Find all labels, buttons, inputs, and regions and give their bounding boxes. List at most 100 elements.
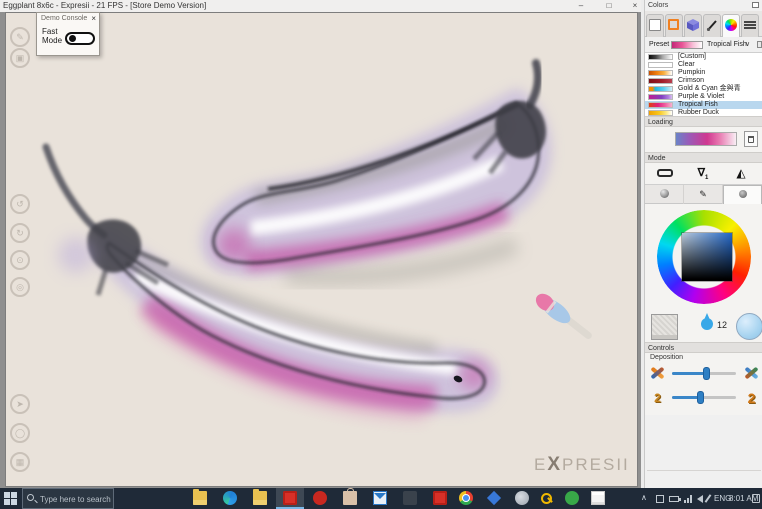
tab-paper[interactable] — [646, 14, 664, 37]
preset-item-custom[interactable]: [Custom] — [645, 53, 762, 61]
taskbar-app-photos[interactable] — [480, 488, 508, 509]
palette-icon: ▣ — [16, 53, 25, 63]
tab-menu[interactable] — [741, 14, 759, 37]
tab-mixer[interactable] — [684, 14, 702, 37]
taskbar-app-green[interactable] — [558, 488, 586, 509]
preset-extra-icon[interactable] — [757, 41, 762, 48]
saturation-value-square[interactable] — [682, 233, 732, 281]
mode-tab-dot[interactable] — [723, 185, 762, 204]
deposition-slider-2[interactable] — [672, 396, 736, 399]
network-icon[interactable] — [684, 495, 694, 503]
preset-item-crimson[interactable]: Crimson — [645, 77, 762, 85]
notification-center-icon[interactable] — [752, 494, 760, 503]
mode-mirror-button[interactable]: ◭ — [723, 165, 759, 182]
mail-icon — [373, 491, 387, 505]
mode-buttons: ∇1 ◭ — [645, 163, 762, 184]
preset-selected-swatch[interactable] — [671, 41, 703, 49]
red-app-icon-2 — [433, 491, 447, 505]
mode-flat-button[interactable] — [647, 165, 683, 182]
chevron-down-icon[interactable]: ∨ — [745, 40, 750, 48]
taskbar-app-key[interactable] — [532, 488, 560, 509]
tab-brush[interactable] — [703, 14, 721, 37]
taskbar-search[interactable]: Type here to search — [22, 488, 114, 509]
mirror-icon: ◭ — [736, 166, 745, 180]
window-titlebar: Eggplant 8x6c - Expresii - 21 FPS - [Sto… — [0, 0, 641, 12]
left-tool-button-2[interactable]: ▣ — [10, 48, 30, 68]
left-tool-button-4[interactable]: ↻ — [10, 223, 30, 243]
sphere-icon — [660, 189, 669, 198]
preset-swatch — [648, 78, 673, 84]
taskbar-app-notes[interactable] — [584, 488, 612, 509]
taskbar-app-dark[interactable] — [396, 488, 424, 509]
mode-tab-sphere[interactable] — [645, 185, 684, 204]
brush-cursor — [532, 290, 595, 344]
eggplant-painting — [6, 13, 637, 486]
tab-crop[interactable] — [665, 14, 683, 37]
taskbar-app-edge[interactable] — [216, 488, 244, 509]
taskbar-app-file-explorer[interactable] — [186, 488, 214, 509]
left-tool-button-9[interactable]: ▦ — [10, 452, 30, 472]
color-wheel-zone — [645, 204, 762, 312]
demo-console-panel: Demo Console × FastMode — [36, 12, 100, 56]
left-tool-button-7[interactable]: ➤ — [10, 394, 30, 414]
preset-item-purple-violet[interactable]: Purple & Violet — [645, 93, 762, 101]
preset-item-gold-cyan[interactable]: Gold & Cyan 金與青 — [645, 85, 762, 93]
left-tool-button-5[interactable]: ⊙ — [10, 250, 30, 270]
taskbar-app-active[interactable] — [276, 488, 304, 509]
undo-icon: ↺ — [16, 199, 24, 209]
taskbar-app-chrome[interactable] — [452, 488, 480, 509]
loading-gradient-bar[interactable] — [675, 132, 737, 146]
redo-icon: ↻ — [16, 228, 24, 238]
preset-row: Preset Tropical Fish ∨ — [645, 38, 762, 52]
chrome-icon — [459, 491, 473, 505]
taskbar-app-red[interactable] — [306, 488, 334, 509]
taskbar-app-folder[interactable] — [246, 488, 274, 509]
preset-item-pumpkin[interactable]: Pumpkin — [645, 69, 762, 77]
panel-float-icon[interactable] — [752, 2, 759, 8]
delete-loading-button[interactable] — [744, 131, 758, 147]
current-color-swatch[interactable] — [736, 313, 762, 340]
tray-chevron-up-icon[interactable]: ∧ — [641, 493, 647, 502]
pen-icon[interactable] — [705, 494, 712, 503]
mode-gradient-button[interactable]: ∇1 — [685, 165, 721, 182]
mode-tab-pen[interactable]: ✎ — [684, 185, 723, 204]
start-button[interactable] — [4, 492, 17, 505]
search-icon — [27, 494, 34, 501]
key-icon — [539, 491, 553, 505]
maximize-button[interactable]: □ — [600, 0, 618, 12]
colors-panel-tabs — [645, 11, 762, 37]
preset-dropdown-value[interactable]: Tropical Fish — [707, 41, 747, 48]
painting-canvas[interactable]: EXPRESII ✎ ▣ ↺ ↻ ⊙ ◎ ➤ ◯ ▦ — [6, 13, 637, 486]
minimize-button[interactable]: – — [572, 0, 590, 12]
slider-handle[interactable] — [704, 368, 709, 379]
tab-color-wheel[interactable] — [722, 14, 740, 37]
battery-icon[interactable] — [669, 496, 679, 502]
taskbar-app-red2[interactable] — [426, 488, 454, 509]
water-drop-icon[interactable] — [701, 318, 713, 330]
watermark-x-glyph: X — [547, 454, 562, 475]
edge-icon — [223, 491, 237, 505]
deposition-slider-1[interactable] — [672, 372, 736, 375]
slider-handle[interactable] — [698, 392, 703, 403]
taskbar-app-mail[interactable] — [366, 488, 394, 509]
left-tool-button-3[interactable]: ↺ — [10, 194, 30, 214]
colors-panel-header: Colors — [645, 0, 762, 11]
export-icon: ➤ — [16, 399, 24, 409]
preset-swatch — [648, 86, 673, 92]
fast-mode-toggle[interactable] — [65, 32, 95, 45]
taskbar-app-store[interactable] — [336, 488, 364, 509]
preset-swatch — [648, 102, 673, 108]
dark-app-icon — [403, 491, 417, 505]
volume-icon[interactable] — [697, 495, 703, 503]
left-tool-button-1[interactable]: ✎ — [10, 27, 30, 47]
tray-app-icon[interactable] — [656, 495, 664, 503]
deposition-max-icon-1 — [743, 365, 760, 382]
demo-console-close-icon[interactable]: × — [91, 14, 96, 23]
left-tool-button-8[interactable]: ◯ — [10, 423, 30, 443]
preset-item-tropical-fish[interactable]: Tropical Fish — [645, 101, 762, 109]
paper-texture-swatch[interactable] — [651, 314, 678, 340]
left-tool-button-6[interactable]: ◎ — [10, 277, 30, 297]
preset-item-clear[interactable]: Clear — [645, 61, 762, 69]
paper-icon — [649, 19, 661, 31]
hamburger-icon — [744, 19, 756, 31]
